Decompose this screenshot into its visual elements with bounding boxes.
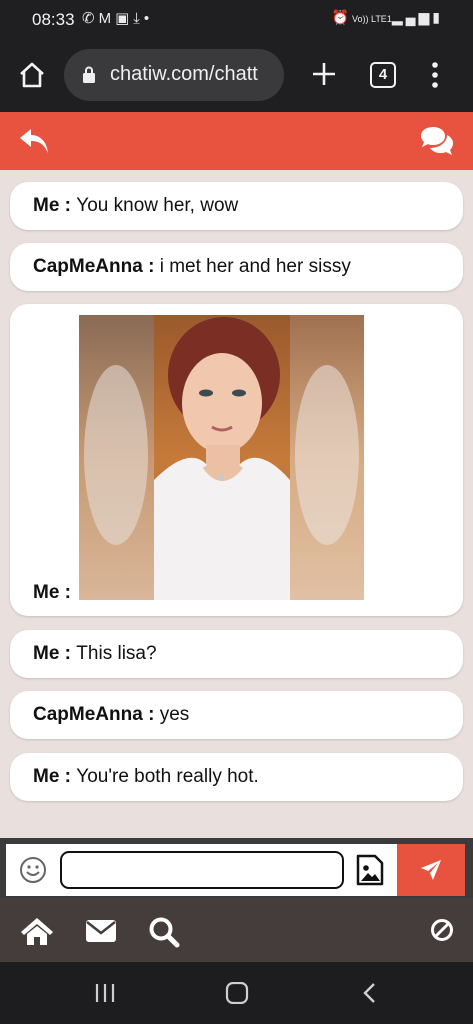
message-separator: : — [59, 766, 77, 787]
signal-icon: ▂▄▆ — [391, 9, 433, 25]
message-separator: : — [59, 195, 77, 216]
status-bar: 08:33 ✆M▣⤓• ⏰Vo)) LTE1▂▄▆▮ — [0, 0, 473, 38]
send-button[interactable] — [397, 844, 465, 896]
system-icons: ⏰Vo)) LTE1▂▄▆▮ — [332, 9, 443, 26]
more-menu-icon[interactable] — [428, 60, 442, 90]
gallery-icon: ▣ — [115, 10, 134, 27]
battery-icon: ▮ — [432, 9, 443, 25]
message-sender[interactable]: CapMeAnna — [33, 256, 143, 277]
emoji-icon[interactable] — [19, 856, 47, 884]
message-text: i met her and her sissy — [159, 256, 351, 277]
image-message-bubble: Me : — [10, 304, 463, 616]
message-bubble: Me : This lisa? — [10, 630, 463, 678]
shared-photo[interactable] — [79, 315, 364, 600]
message-sender[interactable]: Me — [33, 643, 59, 664]
message-bubble: CapMeAnna : yes — [10, 691, 463, 739]
conversations-icon[interactable] — [419, 126, 455, 156]
chat-messages[interactable]: Me : You know her, wow CapMeAnna : i met… — [0, 170, 473, 838]
chat-header — [0, 112, 473, 170]
send-image-icon[interactable] — [356, 854, 384, 886]
dot-icon: • — [143, 10, 154, 27]
home-icon[interactable] — [20, 916, 54, 946]
recent-apps-icon[interactable] — [94, 982, 116, 1004]
alarm-icon: ⏰ — [331, 9, 352, 25]
status-time: 08:33 — [32, 10, 75, 29]
message-text: You know her, wow — [76, 195, 239, 216]
message-separator: : — [59, 582, 72, 603]
mail-icon[interactable] — [86, 920, 116, 942]
new-tab-icon[interactable] — [310, 60, 338, 88]
message-bubble: Me : You know her, wow — [10, 182, 463, 230]
browser-toolbar: chatiw.com/chatt 4 — [0, 38, 473, 112]
download-icon: ⤓ — [133, 10, 144, 27]
message-bubble: Me : You're both really hot. — [10, 753, 463, 801]
system-home-icon[interactable] — [225, 982, 249, 1004]
gmail-icon: M — [98, 10, 116, 27]
block-icon[interactable] — [430, 918, 454, 942]
search-icon[interactable] — [148, 916, 180, 948]
system-navigation-bar — [0, 962, 473, 1024]
message-bubble: CapMeAnna : i met her and her sissy — [10, 243, 463, 291]
send-icon — [421, 860, 441, 880]
message-sender[interactable]: CapMeAnna — [33, 704, 143, 725]
message-sender[interactable]: Me — [33, 195, 59, 216]
message-composer — [0, 838, 473, 898]
system-back-icon[interactable] — [362, 982, 376, 1004]
tab-switcher-button[interactable]: 4 — [370, 62, 396, 88]
home-icon[interactable] — [17, 60, 47, 90]
message-separator: : — [142, 256, 160, 277]
message-text: This lisa? — [76, 643, 157, 664]
url-text: chatiw.com/chatt — [110, 63, 258, 85]
message-separator: : — [59, 643, 77, 664]
notification-icons: ✆M▣⤓• — [82, 9, 153, 27]
message-sender[interactable]: Me — [33, 582, 59, 603]
address-bar[interactable]: chatiw.com/chatt — [64, 49, 284, 101]
whatsapp-icon: ✆ — [82, 10, 99, 27]
app-navigation — [0, 898, 473, 962]
message-sender[interactable]: Me — [33, 766, 59, 787]
network-label: Vo)) LTE1 — [351, 14, 392, 24]
message-text: You're both really hot. — [76, 766, 259, 787]
message-text: yes — [159, 704, 190, 725]
message-separator: : — [142, 704, 160, 725]
lock-icon — [83, 66, 95, 83]
reply-back-icon[interactable] — [18, 126, 50, 156]
message-input[interactable] — [60, 851, 344, 889]
